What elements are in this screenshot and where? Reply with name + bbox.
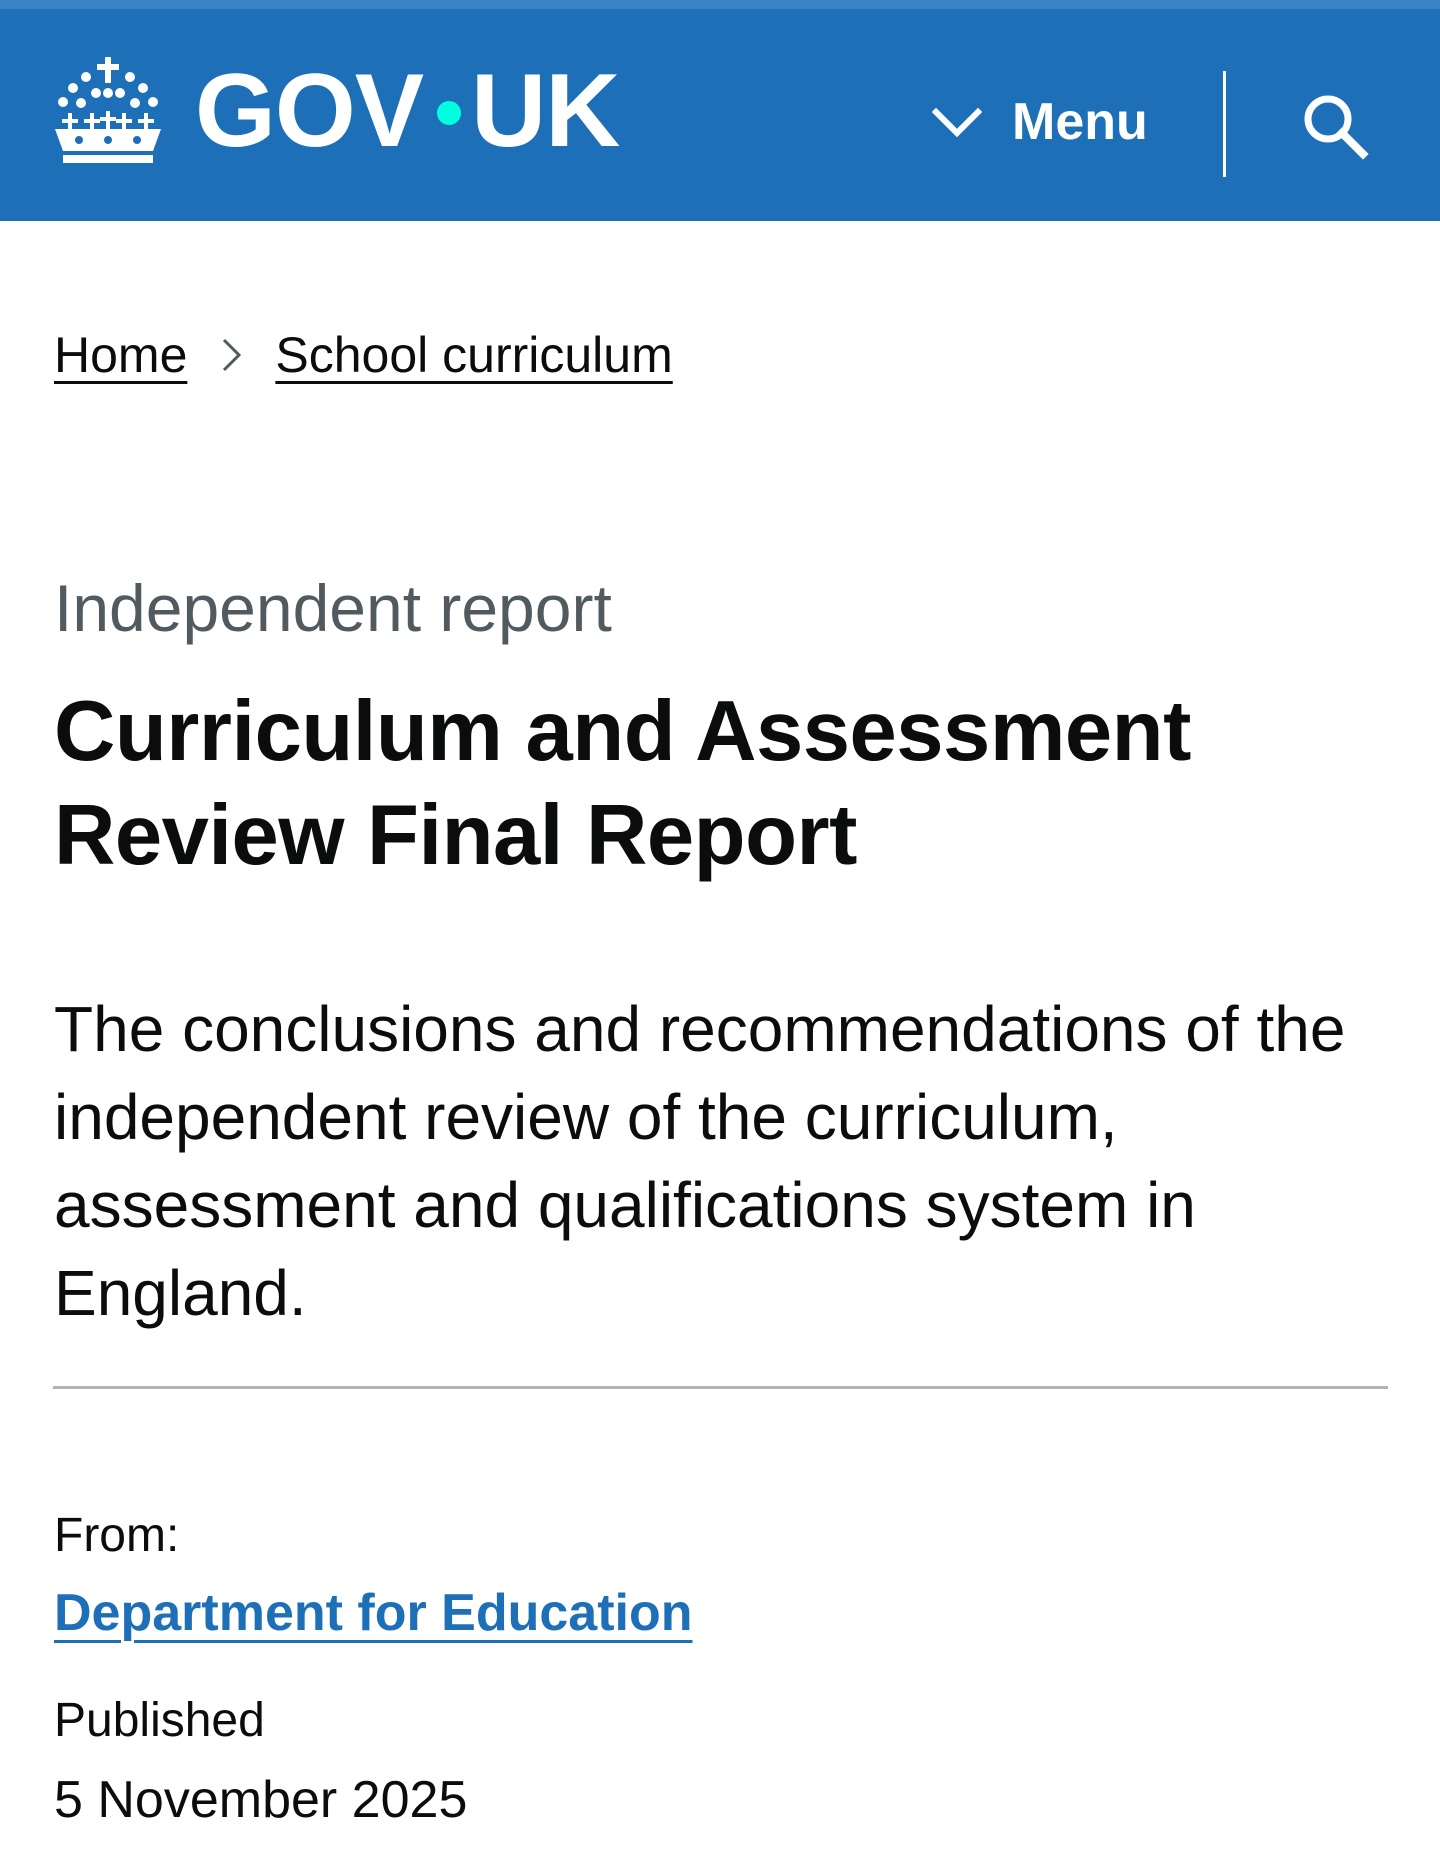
site-header: GOV UK Menu [0, 0, 1440, 221]
wordmark-gov: GOV [195, 53, 424, 169]
organisation-link[interactable]: Department for Education [54, 1583, 693, 1643]
chevron-down-icon [932, 107, 982, 137]
govuk-logo-link[interactable]: GOV UK [51, 51, 620, 171]
search-button[interactable] [1290, 81, 1380, 171]
from-label: From: [54, 1509, 180, 1562]
govuk-wordmark: GOV UK [195, 53, 620, 169]
breadcrumb: Home School curriculum [54, 326, 673, 384]
published-label: Published [54, 1694, 265, 1747]
menu-button[interactable]: Menu [932, 79, 1148, 165]
menu-label: Menu [1012, 93, 1148, 151]
lead-paragraph: The conclusions and recommendations of t… [54, 993, 1346, 1329]
breadcrumb-item-home[interactable]: Home [54, 326, 187, 384]
crown-icon [55, 57, 161, 163]
section-divider [53, 1386, 1388, 1389]
breadcrumb-item-school-curriculum[interactable]: School curriculum [275, 326, 672, 384]
search-icon [1304, 95, 1369, 160]
published-date: 5 November 2025 [54, 1771, 468, 1829]
document-type-caption: Independent report [54, 571, 612, 645]
page-title: Curriculum and Assessment Review Final R… [54, 684, 1191, 883]
wordmark-dot [437, 101, 462, 125]
header-divider [1223, 71, 1226, 177]
wordmark-uk: UK [471, 53, 620, 169]
chevron-right-icon [221, 337, 243, 373]
